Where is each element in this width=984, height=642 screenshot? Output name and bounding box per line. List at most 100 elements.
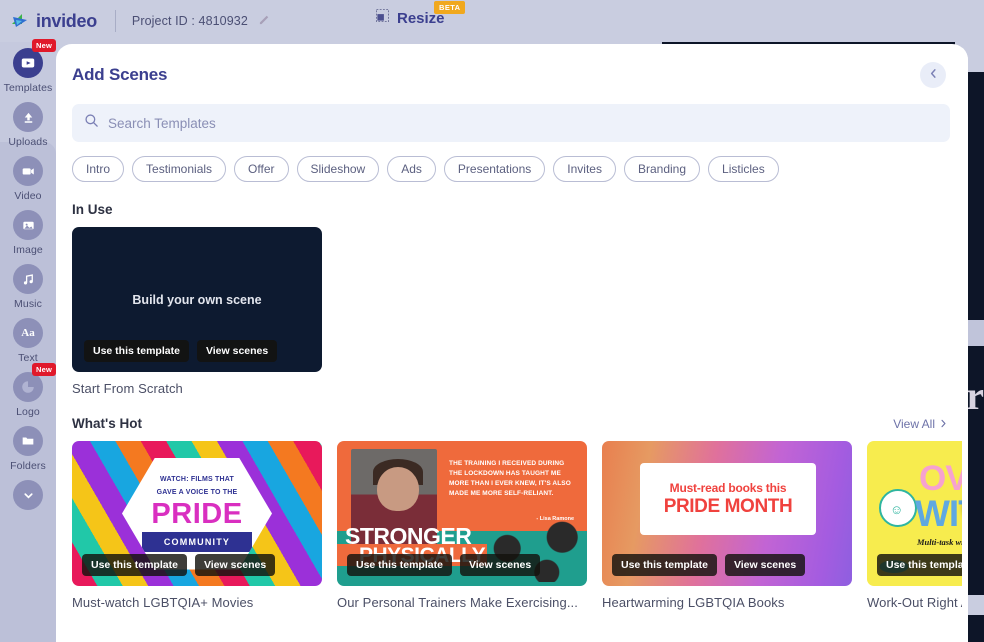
tag-invites[interactable]: Invites: [553, 156, 616, 182]
view-scenes-button[interactable]: View scenes: [194, 554, 276, 576]
resize-frame-icon: [376, 9, 389, 27]
view-all-label: View All: [893, 416, 935, 431]
sidebar-item-music[interactable]: Music: [0, 264, 56, 310]
photo-face-shape: [377, 467, 419, 511]
template-caption: Heartwarming LGBTQIA Books: [602, 595, 785, 610]
thumbnail-art-line2: PRIDE MONTH: [663, 495, 793, 517]
tag-listicles[interactable]: Listicles: [708, 156, 779, 182]
video-template-icon: New: [13, 39, 56, 78]
thumbnail-art-line2: WITH: [915, 493, 968, 534]
thumbnail-art-line1: WATCH: FILMS THAT: [160, 476, 234, 484]
upload-arrow-icon: [13, 102, 43, 132]
chevron-left-icon: [928, 66, 939, 84]
sidebar-item-logo[interactable]: New Logo: [0, 363, 56, 418]
topbar-divider: [114, 10, 116, 32]
template-card[interactable]: Must-read books this PRIDE MONTH Use thi…: [602, 441, 852, 610]
template-thumbnail[interactable]: WATCH: FILMS THAT GAVE A VOICE TO THE PR…: [72, 441, 322, 586]
top-bar: invideo Project ID : 4810932 Resize BETA: [0, 0, 984, 42]
view-scenes-button[interactable]: View scenes: [724, 554, 806, 576]
tag-testimonials[interactable]: Testimonials: [132, 156, 227, 182]
section-title-whats-hot: What's Hot: [72, 416, 142, 431]
template-caption: Our Personal Trainers Make Exercising...: [337, 595, 578, 610]
sidebar-item-label: Image: [13, 244, 43, 256]
invideo-logo[interactable]: invideo: [10, 11, 97, 32]
template-thumbnail[interactable]: THE TRAINING I RECEIVED DURING THE LOCKD…: [337, 441, 587, 586]
tag-ads[interactable]: Ads: [387, 156, 436, 182]
picture-icon: [13, 210, 43, 240]
sidebar-item-uploads[interactable]: Uploads: [0, 102, 56, 148]
template-caption: Work-Out Right A: [867, 595, 968, 610]
sidebar-more-button[interactable]: [0, 480, 56, 510]
smiley-face-icon: ☺: [890, 502, 904, 517]
thumbnail-art: WATCH: FILMS THAT GAVE A VOICE TO THE PR…: [122, 457, 272, 570]
canvas-text-fragment: r: [966, 373, 984, 418]
scene-thumbnail-text: Build your own scene: [132, 292, 262, 307]
project-id-label: Project ID : 4810932: [131, 14, 248, 29]
whats-hot-carousel: WATCH: FILMS THAT GAVE A VOICE TO THE PR…: [72, 441, 968, 610]
template-thumbnail[interactable]: Must-read books this PRIDE MONTH Use thi…: [602, 441, 852, 586]
template-card[interactable]: ☺ OVER WITH Multi-task with th Use this …: [867, 441, 968, 610]
invideo-editor-root: r invideo Project ID : 4810932 Resize BE…: [0, 0, 984, 642]
beta-badge: BETA: [434, 1, 466, 14]
sidebar-item-label: Templates: [3, 82, 53, 94]
sidebar-item-video[interactable]: Video: [0, 156, 56, 202]
template-card[interactable]: Build your own scene Use this template V…: [72, 227, 968, 396]
use-this-template-button[interactable]: Use this template: [612, 554, 717, 576]
sidebar-item-label: Music: [14, 298, 42, 310]
sidebar-item-image[interactable]: Image: [0, 210, 56, 256]
search-templates-bar[interactable]: [72, 104, 950, 142]
sidebar-item-folders[interactable]: Folders: [0, 426, 56, 472]
search-input[interactable]: [108, 115, 938, 131]
tag-branding[interactable]: Branding: [623, 156, 701, 182]
view-scenes-button[interactable]: View scenes: [196, 340, 278, 362]
card-action-buttons: Use this template View scenes: [612, 554, 806, 576]
template-card[interactable]: THE TRAINING I RECEIVED DURING THE LOCKD…: [337, 441, 587, 610]
music-note-icon: [13, 264, 43, 294]
template-thumbnail[interactable]: ☺ OVER WITH Multi-task with th Use this …: [867, 441, 968, 586]
project-id-group[interactable]: Project ID : 4810932: [132, 12, 270, 30]
tag-presentations[interactable]: Presentations: [443, 156, 546, 182]
card-action-buttons: Use this template View scenes: [82, 554, 276, 576]
new-badge: New: [31, 39, 56, 52]
section-title-in-use: In Use: [72, 202, 113, 217]
card-action-buttons: Use this template: [877, 554, 968, 576]
scene-thumbnail[interactable]: Build your own scene Use this template V…: [72, 227, 322, 372]
thumbnail-art-band: COMMUNITY: [141, 531, 253, 552]
view-all-link[interactable]: View All: [893, 417, 948, 431]
new-badge: New: [31, 363, 56, 376]
thumbnail-art: Must-read books this PRIDE MONTH: [640, 463, 816, 535]
card-action-buttons: Use this template View scenes: [347, 554, 541, 576]
sidebar-item-templates[interactable]: New Templates: [0, 39, 56, 94]
use-this-template-button[interactable]: Use this template: [84, 340, 189, 362]
search-icon: [84, 113, 99, 133]
tag-intro[interactable]: Intro: [72, 156, 125, 182]
view-scenes-button[interactable]: View scenes: [459, 554, 541, 576]
left-sidebar: New Templates Uploads Video Image Music …: [0, 39, 56, 642]
folder-icon: [13, 426, 43, 456]
sidebar-item-label: Logo: [16, 406, 40, 418]
in-use-section-header: In Use: [72, 202, 948, 217]
thumbnail-art-headline: PRIDE: [151, 497, 243, 530]
template-caption: Must-watch LGBTQIA+ Movies: [72, 595, 254, 610]
thumbnail-art-line2: GAVE A VOICE TO THE: [156, 488, 238, 496]
use-this-template-button[interactable]: Use this template: [347, 554, 452, 576]
sidebar-item-text[interactable]: Aa Text: [0, 318, 56, 364]
panel-right-edge-mask: [962, 44, 968, 642]
tag-slideshow[interactable]: Slideshow: [296, 156, 380, 182]
thumbnail-art-subtitle: Multi-task with th: [917, 537, 968, 547]
pencil-icon[interactable]: [259, 12, 270, 30]
use-this-template-button[interactable]: Use this template: [82, 554, 187, 576]
text-aa-icon: Aa: [13, 318, 43, 348]
template-category-tags: Intro Testimonials Offer Slideshow Ads P…: [72, 156, 968, 182]
use-this-template-button[interactable]: Use this template: [877, 554, 968, 576]
chevron-right-icon: [939, 417, 948, 431]
sidebar-item-label: Video: [14, 190, 42, 202]
thumbnail-quote-author: - Lisa Ramone: [536, 516, 574, 522]
logo-mark-icon: New: [13, 363, 56, 402]
template-card[interactable]: WATCH: FILMS THAT GAVE A VOICE TO THE PR…: [72, 441, 322, 610]
panel-header: Add Scenes: [56, 44, 968, 90]
panel-collapse-button[interactable]: [920, 62, 946, 88]
sidebar-item-label: Uploads: [8, 136, 48, 148]
add-scenes-panel: Add Scenes Intro Testimonials Offer Slid…: [56, 44, 968, 642]
tag-offer[interactable]: Offer: [234, 156, 289, 182]
